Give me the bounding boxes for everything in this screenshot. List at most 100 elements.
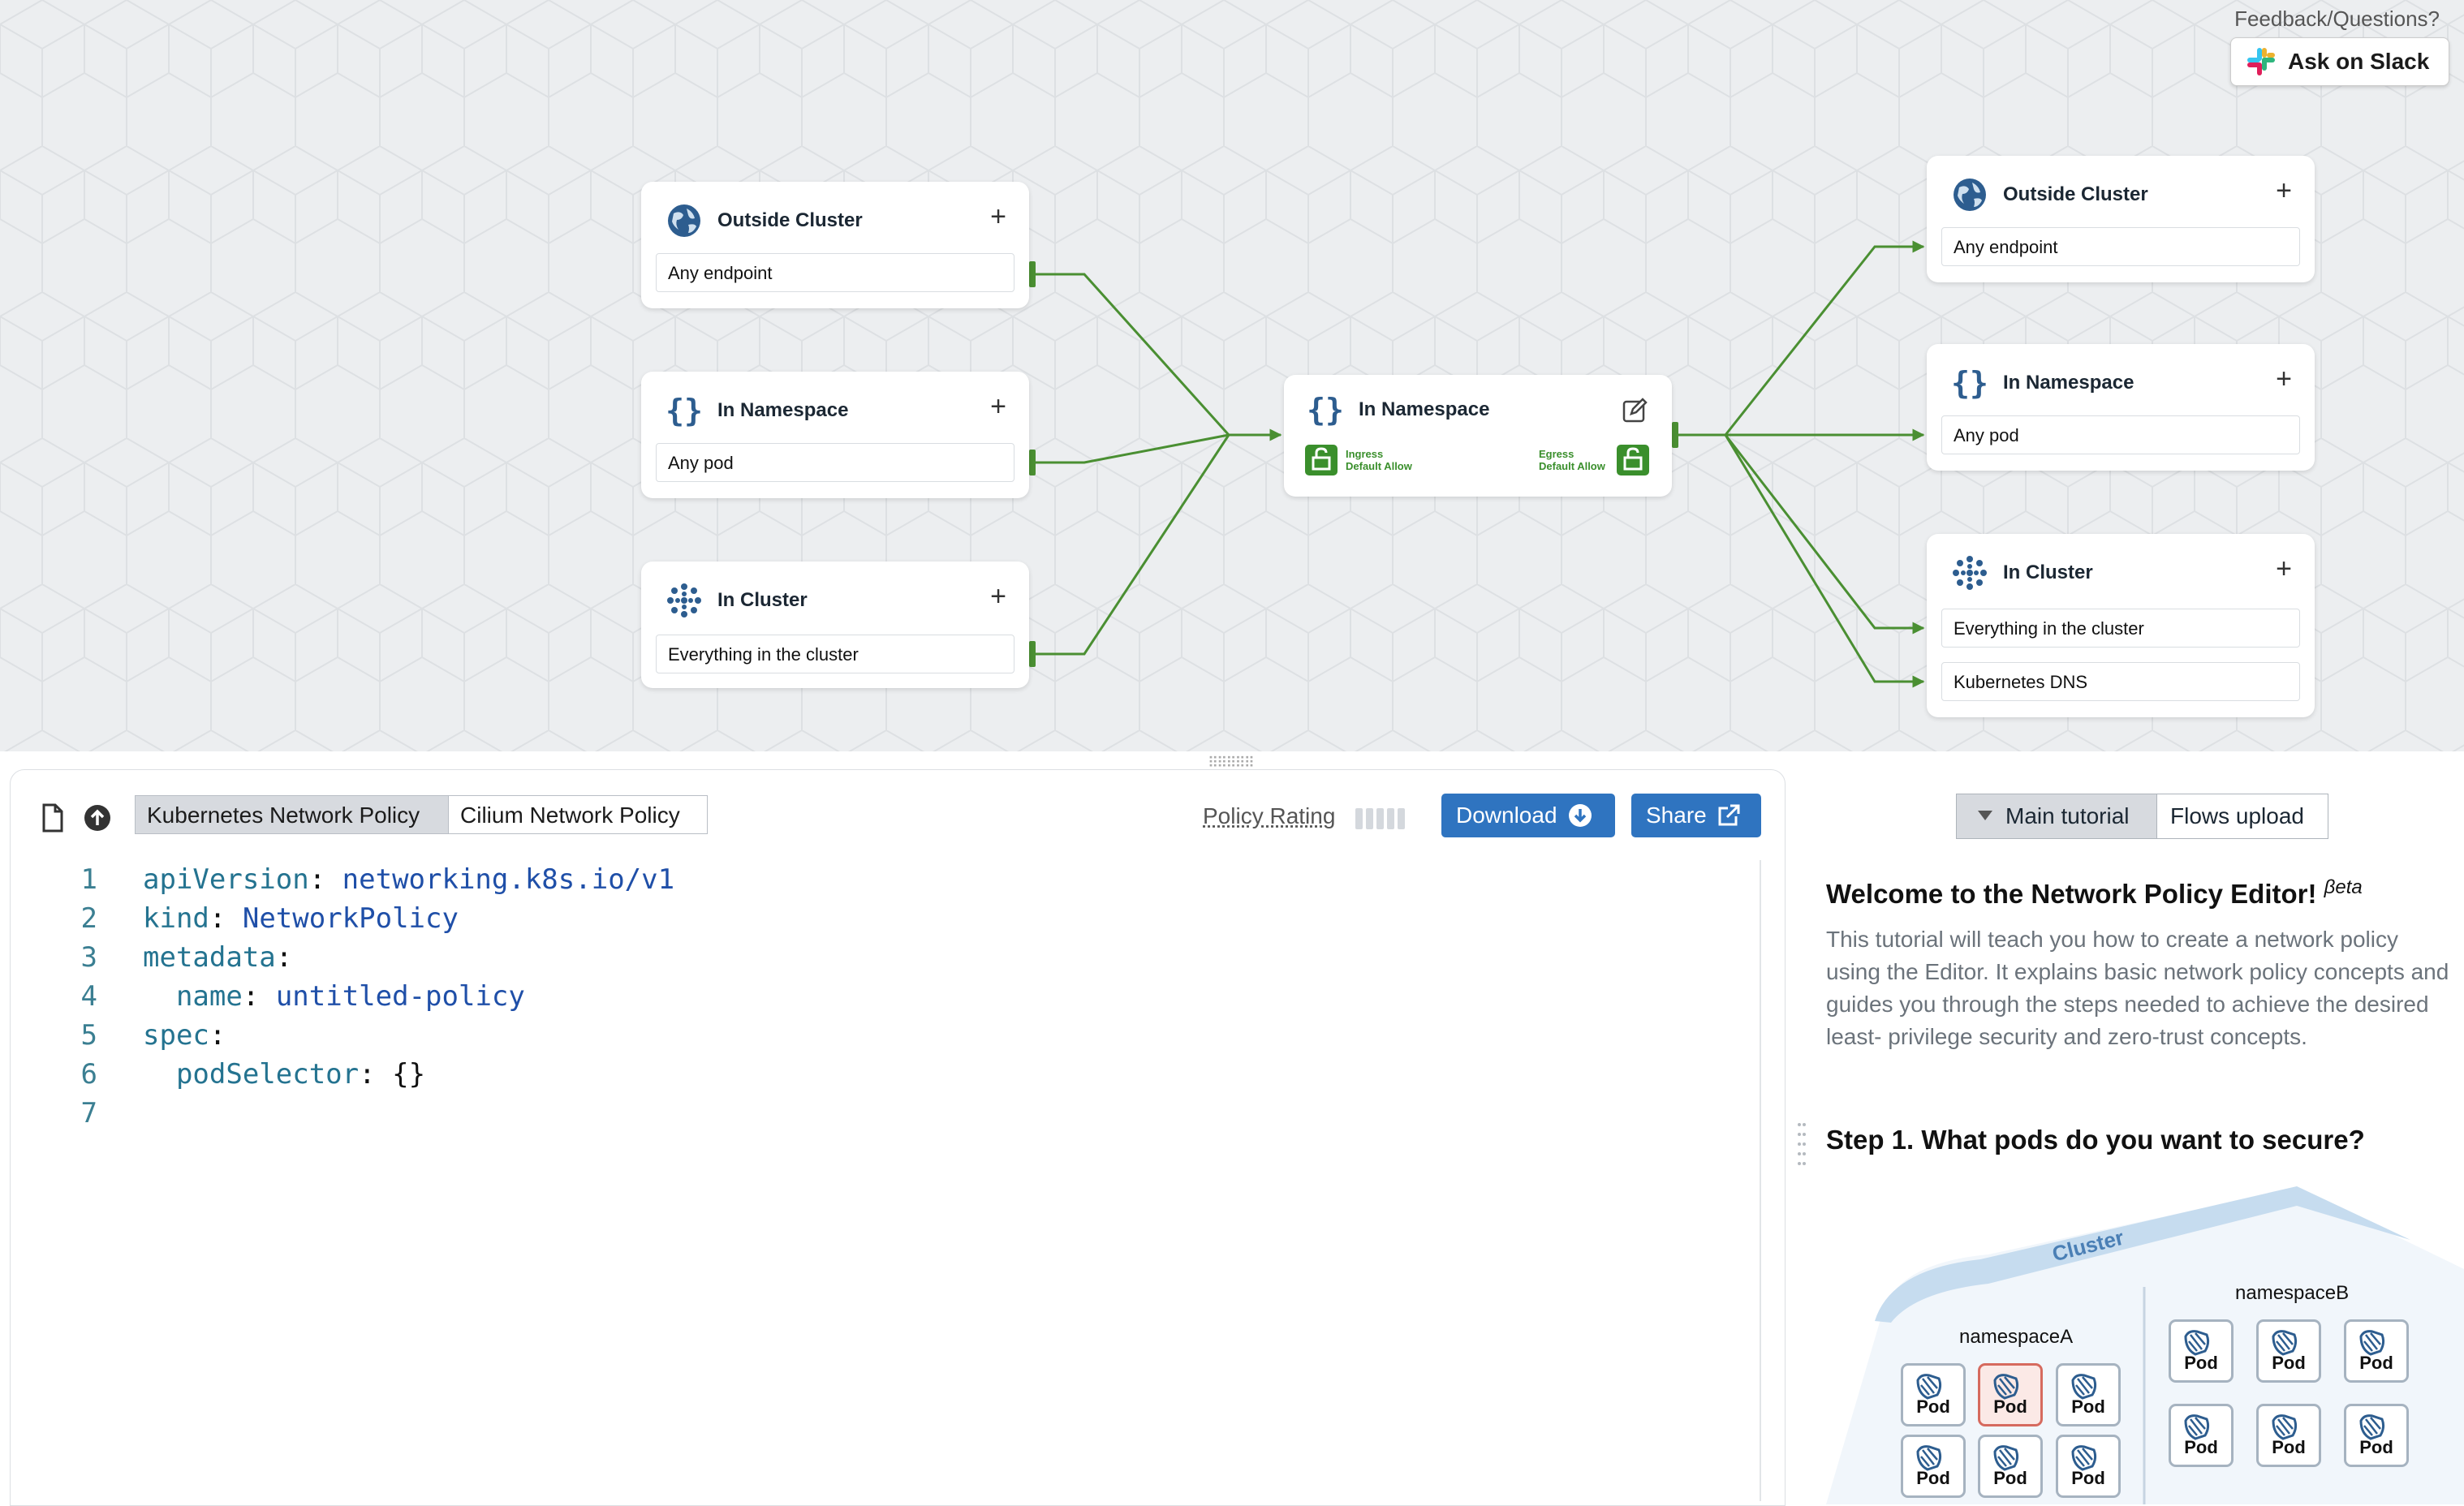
edge-outside-to-center	[1032, 273, 1230, 437]
code-line[interactable]: 4 name: untitled-policy	[32, 977, 674, 1016]
beta-badge: βeta	[2324, 876, 2363, 898]
share-label: Share	[1646, 802, 1707, 828]
tab-cilium-network-policy[interactable]: Cilium Network Policy	[448, 795, 708, 834]
edge-to-outside	[1675, 240, 1925, 437]
add-rule-button[interactable]: +	[2276, 365, 2292, 393]
yaml-value: networking.k8s.io/v1	[342, 863, 675, 896]
download-label: Download	[1456, 802, 1557, 828]
tab-main-tutorial[interactable]: Main tutorial	[1956, 794, 2157, 839]
pod-label: Pod	[2272, 1353, 2306, 1373]
yaml-key: apiVersion	[143, 863, 309, 896]
yaml-code-editor[interactable]: 1 apiVersion: networking.k8s.io/v1 2 kind: …	[32, 860, 675, 1133]
line-number: 5	[80, 1019, 97, 1052]
rule-row[interactable]: Any pod	[656, 443, 1014, 482]
add-rule-button[interactable]: +	[2276, 555, 2292, 583]
egress-node-in-namespace[interactable]: {} In Namespace + Any pod	[1927, 344, 2315, 471]
code-line[interactable]: 7	[32, 1094, 674, 1133]
yaml-colon: :	[308, 863, 326, 896]
center-node-in-namespace[interactable]: {} In Namespace Ingress Default Allow Eg…	[1284, 375, 1672, 497]
add-rule-button[interactable]: +	[990, 203, 1006, 230]
policy-graph-canvas[interactable]: Outside Cluster + Any endpoint {} In Nam…	[0, 0, 2464, 751]
node-header: {} In Namespace	[1951, 364, 2134, 402]
rule-row[interactable]: Any endpoint	[656, 253, 1014, 292]
egress-label: Egress Default Allow	[1539, 448, 1605, 472]
line-number: 2	[80, 902, 97, 935]
tutorial-body: This tutorial will teach you how to crea…	[1826, 927, 2449, 1049]
braces-icon: {}	[1951, 365, 1988, 401]
ask-on-slack-button[interactable]: Ask on Slack	[2230, 37, 2449, 86]
caret-down-icon	[1978, 811, 1992, 820]
pod-label: Pod	[2184, 1437, 2218, 1457]
code-line[interactable]: 1 apiVersion: networking.k8s.io/v1	[32, 860, 675, 899]
code-line[interactable]: 6 podSelector: {}	[32, 1055, 674, 1094]
tab-flows-upload[interactable]: Flows upload	[2156, 794, 2328, 839]
tutorial-step-heading: Step 1. What pods do you want to secure?	[1826, 1125, 2365, 1155]
ask-on-slack-label: Ask on Slack	[2288, 49, 2430, 74]
pod-label: Pod	[2359, 1437, 2393, 1457]
yaml-key: name	[175, 980, 243, 1013]
add-rule-button[interactable]: +	[990, 583, 1006, 610]
rule-row[interactable]: Any pod	[1941, 415, 2300, 454]
ingress-node-in-cluster[interactable]: In Cluster + Everything in the cluster	[641, 562, 1029, 688]
rule-row[interactable]: Kubernetes DNS	[1941, 662, 2300, 701]
pod: Pod	[1901, 1435, 1966, 1498]
panel-resize-grip[interactable]	[1797, 1120, 1807, 1168]
code-line[interactable]: 5 spec:	[32, 1016, 674, 1055]
pod: Pod	[2344, 1319, 2409, 1383]
add-rule-button[interactable]: +	[2276, 177, 2292, 204]
pod-label: Pod	[2184, 1353, 2218, 1373]
node-header: Outside Cluster	[666, 201, 863, 240]
egress-node-outside-cluster[interactable]: Outside Cluster + Any endpoint	[1927, 156, 2315, 282]
line-number: 7	[80, 1097, 97, 1130]
pod: Pod	[2256, 1319, 2321, 1383]
egress-label-line2: Default Allow	[1539, 460, 1605, 472]
ingress-lock-icon[interactable]	[1305, 445, 1338, 475]
pod: Pod	[2169, 1404, 2234, 1467]
rule-row[interactable]: Everything in the cluster	[1941, 609, 2300, 648]
ingress-label-line1: Ingress	[1346, 448, 1384, 460]
pod-label: Pod	[1916, 1396, 1950, 1417]
upload-icon[interactable]	[83, 803, 112, 833]
yaml-colon: :	[359, 1058, 376, 1091]
ingress-node-outside-cluster[interactable]: Outside Cluster + Any endpoint	[641, 182, 1029, 308]
code-line[interactable]: 2 kind: NetworkPolicy	[32, 899, 674, 938]
edit-icon[interactable]	[1622, 398, 1648, 424]
yaml-colon: :	[275, 941, 293, 974]
pod: Pod	[1901, 1363, 1966, 1426]
ingress-node-in-namespace[interactable]: {} In Namespace + Any pod	[641, 372, 1029, 498]
tab-kubernetes-network-policy[interactable]: Kubernetes Network Policy	[135, 795, 449, 834]
globe-icon	[1954, 179, 1986, 211]
policy-rating-label[interactable]: Policy Rating	[1203, 803, 1335, 829]
cluster-icon	[667, 583, 701, 617]
edge-cluster-to-center	[1032, 434, 1230, 656]
namespace-b-label: namespaceB	[2235, 1282, 2350, 1304]
pod: Pod	[2056, 1363, 2121, 1426]
rule-row[interactable]: Everything in the cluster	[656, 635, 1014, 673]
download-button[interactable]: Download	[1441, 794, 1615, 837]
edge-namespace-to-center	[1032, 433, 1230, 464]
node-header: Outside Cluster	[1951, 175, 2148, 214]
policy-rating-bars	[1355, 808, 1405, 829]
node-header: {} In Namespace	[1307, 391, 1489, 428]
feedback-text: Feedback/Questions?	[2234, 6, 2440, 31]
share-button[interactable]: Share	[1631, 794, 1761, 837]
tutorial-title: Welcome to the Network Policy Editor! βe…	[1826, 876, 2363, 910]
egress-lock-icon[interactable]	[1617, 445, 1649, 475]
yaml-colon: :	[209, 1019, 226, 1052]
rule-row[interactable]: Any endpoint	[1941, 227, 2300, 266]
editor-scrollbar[interactable]	[1760, 860, 1761, 1501]
pod: Pod	[2256, 1404, 2321, 1467]
node-title: Outside Cluster	[717, 209, 863, 231]
pod: Pod	[2169, 1319, 2234, 1383]
braces-icon: {}	[1307, 392, 1344, 428]
egress-node-in-cluster[interactable]: In Cluster + Everything in the cluster K…	[1927, 534, 2315, 717]
add-rule-button[interactable]: +	[990, 393, 1006, 420]
node-header: In Cluster	[1951, 553, 2093, 592]
egress-label-line1: Egress	[1539, 448, 1574, 460]
pod: Pod	[2344, 1404, 2409, 1467]
svg-text:{}: {}	[1307, 392, 1344, 428]
yaml-colon: :	[242, 980, 260, 1013]
code-line[interactable]: 3 metadata:	[32, 938, 674, 977]
new-file-icon[interactable]	[41, 803, 65, 833]
